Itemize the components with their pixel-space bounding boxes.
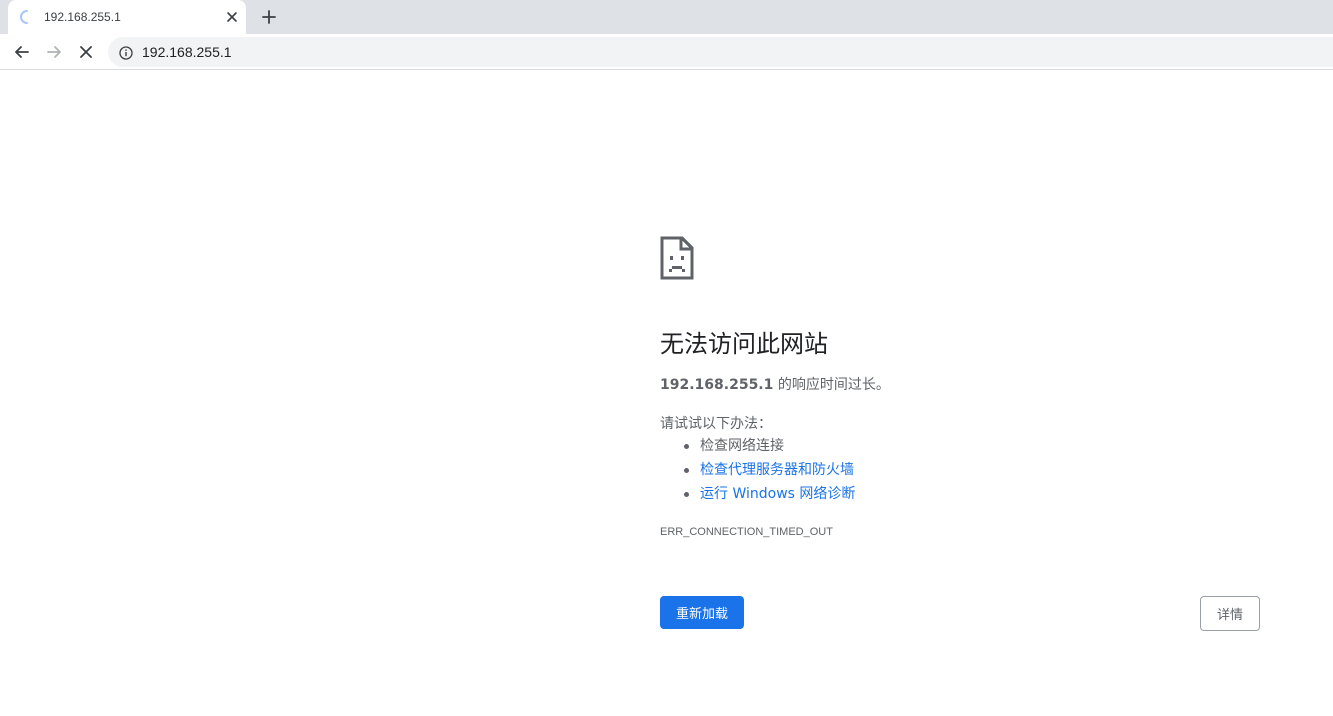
error-code: ERR_CONNECTION_TIMED_OUT — [660, 526, 833, 538]
suggestions-label: 请试试以下办法： — [660, 416, 772, 432]
loading-spinner-icon — [19, 9, 35, 25]
site-info-icon[interactable] — [119, 45, 133, 60]
bullet-icon — [684, 492, 689, 497]
url-text[interactable]: 192.168.255.1 — [142, 44, 232, 60]
check-proxy-firewall-link[interactable]: 检查代理服务器和防火墙 — [700, 462, 854, 478]
bullet-icon — [684, 468, 689, 473]
browser-tab[interactable]: 192.168.255.1 — [8, 0, 246, 34]
reload-button[interactable]: 重新加载 — [660, 596, 744, 629]
sad-document-icon — [660, 236, 694, 280]
tab-strip: 192.168.255.1 — [0, 0, 1333, 34]
browser-toolbar: 192.168.255.1 — [0, 34, 1333, 70]
suggestion-check-network: 检查网络连接 — [660, 434, 855, 458]
close-icon[interactable] — [224, 9, 240, 25]
tab-title: 192.168.255.1 — [44, 10, 121, 24]
stop-loading-icon[interactable] — [75, 41, 97, 63]
error-summary: 192.168.255.1 的响应时间过长。 — [660, 374, 890, 394]
address-bar[interactable]: 192.168.255.1 — [108, 37, 1333, 67]
back-arrow-icon[interactable] — [11, 41, 33, 63]
error-heading: 无法访问此网站 — [660, 330, 828, 358]
windows-diagnostics-link[interactable]: 运行 Windows 网络诊断 — [700, 486, 855, 502]
suggestion-check-proxy[interactable]: 检查代理服务器和防火墙 — [660, 458, 855, 482]
host-name: 192.168.255.1 — [660, 377, 774, 393]
bullet-icon — [684, 444, 689, 449]
suggestions-list: 检查网络连接 检查代理服务器和防火墙 运行 Windows 网络诊断 — [660, 434, 855, 506]
forward-arrow-icon[interactable] — [43, 41, 65, 63]
suggestion-text: 检查网络连接 — [700, 438, 784, 454]
details-button[interactable]: 详情 — [1200, 596, 1260, 631]
summary-text: 的响应时间过长。 — [773, 377, 890, 393]
new-tab-plus-icon[interactable] — [259, 7, 279, 27]
suggestion-run-diagnostics[interactable]: 运行 Windows 网络诊断 — [660, 482, 855, 506]
